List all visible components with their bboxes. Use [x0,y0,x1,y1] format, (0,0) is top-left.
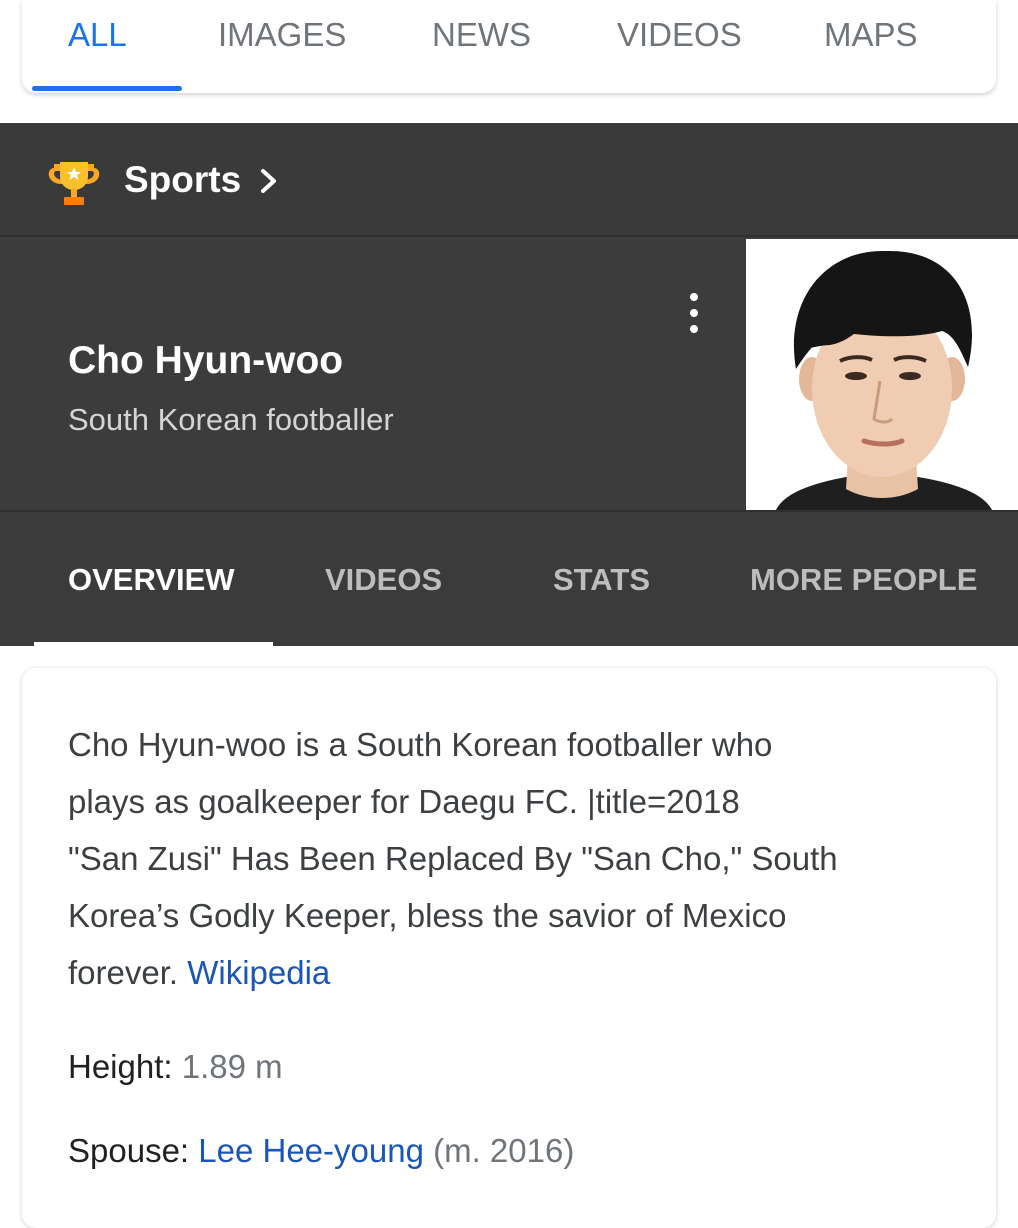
search-tabs-bar: ALL IMAGES NEWS VIDEOS MAPS [22,0,996,93]
wikipedia-link[interactable]: Wikipedia [187,954,330,991]
active-entity-tab-indicator [34,642,273,648]
entity-header: Cho Hyun-woo South Korean footballer [0,239,746,510]
description-line: plays as goalkeeper for Daegu FC. |title… [68,783,740,820]
category-bar[interactable]: Sports [0,123,1018,237]
description-line: forever. Wikipedia [68,944,968,1001]
tab-overview[interactable]: OVERVIEW [68,562,235,598]
tab-more-people[interactable]: MORE PEOPLE [750,562,977,598]
description-line: "San Zusi" Has Been Replaced By "San Cho… [68,840,838,877]
spouse-label: Spouse: [68,1132,190,1169]
spouse-marriage-year: (m. 2016) [433,1132,575,1169]
height-value: 1.89 m [181,1048,283,1085]
knowledge-panel: Sports Cho Hyun-woo South Korean footbal… [0,123,1018,648]
search-tab-news[interactable]: NEWS [432,16,531,54]
search-tab-maps[interactable]: MAPS [824,16,918,54]
spouse-link[interactable]: Lee Hee-young [198,1132,424,1169]
search-tab-all[interactable]: ALL [68,16,127,54]
description-line: Cho Hyun-woo is a South Korean footballe… [68,726,773,763]
search-tab-videos[interactable]: VIDEOS [617,16,742,54]
portrait-image [746,239,1018,510]
fact-spouse: Spouse: Lee Hee-young (m. 2016) [68,1132,574,1170]
category-label[interactable]: Sports [124,159,241,201]
chevron-right-icon [261,169,276,193]
fact-height: Height: 1.89 m [68,1048,283,1086]
description-line: Korea’s Godly Keeper, bless the savior o… [68,897,787,934]
active-tab-indicator [32,86,182,91]
tab-stats[interactable]: STATS [553,562,650,598]
entity-subtitle: South Korean footballer [68,402,394,437]
entity-photo[interactable] [746,239,1018,510]
overview-card: Cho Hyun-woo is a South Korean footballe… [22,668,996,1228]
more-options-icon[interactable] [684,291,704,335]
description-line-end: forever. [68,954,188,991]
tab-videos[interactable]: VIDEOS [325,562,442,598]
search-tab-images[interactable]: IMAGES [218,16,346,54]
entity-tabs-bar: OVERVIEW VIDEOS STATS MORE PEOPLE [0,510,1018,648]
trophy-icon [48,162,100,205]
entity-name: Cho Hyun-woo [68,339,344,382]
entity-description: Cho Hyun-woo is a South Korean footballe… [68,716,968,1001]
height-label: Height: [68,1048,173,1085]
